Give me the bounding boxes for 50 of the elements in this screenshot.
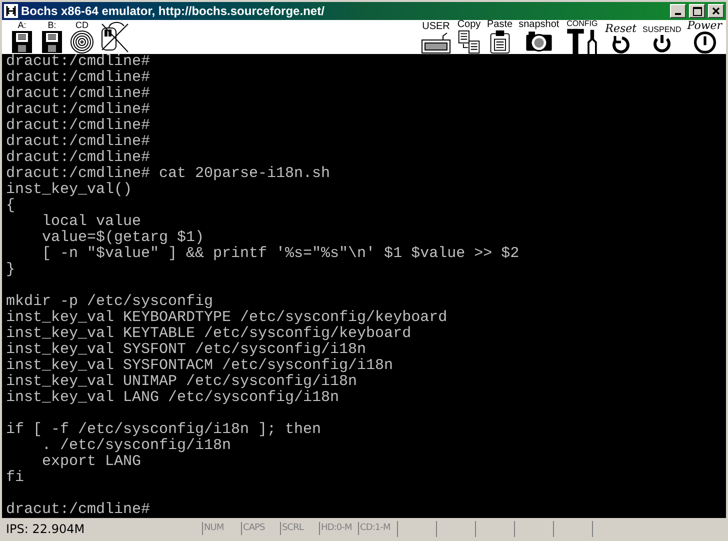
status-indicator: NUM [202,522,241,536]
terminal-line: export LANG [41,454,142,470]
app-icon [4,4,18,18]
terminal-line: inst_key_val KEYBOARDTYPE /etc/sysconfig/keyboard [6,310,448,326]
terminal-line: dracut:/cmdline# [6,54,152,70]
terminal-line: dracut:/cmdline# [6,134,152,150]
toolbar-button[interactable]: Reset [603,20,639,54]
terminal-line: inst_key_val SYSFONTACM /etc/sysconfig/i18n [6,358,394,374]
terminal-line: dracut:/cmdline# [6,150,152,166]
toolbar-button[interactable]: CONFIG [563,20,602,54]
toolbar-button[interactable]: Copy [455,20,483,54]
terminal-line: dracut:/cmdline# [6,118,152,134]
status-indicator: HD:0-M [319,522,358,536]
terminal-line: { [6,198,16,214]
terminal-line: inst_key_val() [6,182,134,198]
terminal-line: dracut:/cmdline# [6,70,152,86]
toolbar-button[interactable]: USER [419,20,453,54]
status-indicator: CD:1-M [358,522,397,536]
status-indicator: CAPS [241,522,280,536]
ips-readout: IPS: 22.904M [5,520,86,538]
terminal-line: inst_key_val LANG /etc/sysconfig/i18n [6,390,340,406]
terminal-line: if [ -f /etc/sysconfig/i18n ]; then [6,422,322,438]
close-icon [712,7,720,15]
terminal-line: fi [6,470,26,486]
terminal-line: mkdir -p /etc/sysconfig [6,294,214,310]
toolbar-button[interactable]: Power [685,20,724,54]
terminal-line: [ -n "$value" ] && printf '%s="%s"\n' $1 $value >> $2 [41,246,520,262]
toolbar-button[interactable]: A: [8,20,36,54]
toolbar-button[interactable]: B: [38,20,66,54]
terminal-line: dracut:/cmdline# cat 20parse-i18n.sh [6,166,332,182]
terminal-line: dracut:/cmdline# [6,102,152,118]
status-indicator: SCRL [280,522,319,536]
terminal-line: inst_key_val KEYTABLE /etc/sysconfig/keyboard [6,326,412,342]
terminal-line: inst_key_val SYSFONT /etc/sysconfig/i18n [6,342,368,358]
terminal-line: local value [41,214,142,230]
terminal-line: } [6,262,16,278]
minimize-button[interactable] [670,4,686,18]
terminal-line: value=$(getarg $1) [41,230,206,246]
terminal-line: . /etc/sysconfig/i18n [41,438,232,454]
terminal-line: dracut:/cmdline# [6,502,152,518]
maximize-button[interactable] [689,4,705,18]
maximize-icon [692,6,702,16]
toolbar-button[interactable]: snapshot [516,20,562,54]
close-button[interactable] [708,4,724,18]
terminal-line: dracut:/cmdline# [6,86,152,102]
toolbar-button[interactable]: SUSPEND [640,20,684,54]
window-title: Bochs x86-64 emulator, http://bochs.sourceforge.net/ [21,3,324,20]
toolbar-button[interactable]: Paste [485,20,515,54]
terminal-line: inst_key_val UNIMAP /etc/sysconfig/i18n [6,374,358,390]
toolbar-button[interactable]: CD [68,20,96,54]
